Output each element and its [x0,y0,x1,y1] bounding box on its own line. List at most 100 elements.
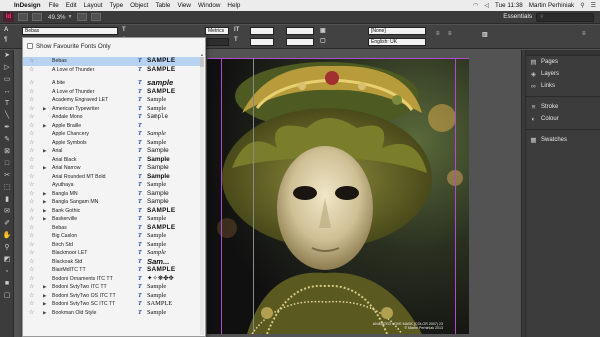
notifications-icon[interactable]: ☰ [591,2,596,9]
favourite-star-icon[interactable]: ☆ [29,181,34,190]
formatting-container-icon[interactable]: ▫ [0,266,14,278]
expand-family-icon[interactable]: ▶ [43,198,46,207]
font-list-item[interactable]: ☆ ▶ Bookman Old Style T Sample [23,309,201,318]
expand-family-icon[interactable]: ▶ [43,190,46,199]
favourite-star-icon[interactable]: ☆ [29,79,34,88]
expand-family-icon[interactable]: ▶ [43,105,46,114]
bridge-button[interactable] [18,13,28,21]
venetian-mask-photo[interactable] [207,58,469,334]
volume-icon[interactable]: ◁ [484,2,489,9]
favourite-star-icon[interactable]: ☆ [29,232,34,241]
spotlight-icon[interactable]: ⚲ [580,2,584,9]
font-list-item[interactable]: ☆ Big Caslon T Sample [23,232,201,241]
font-list-item[interactable]: ☆ ▶ Bangla Sangam MN T Sample [23,198,201,207]
eyedropper-tool-icon[interactable]: ✐ [0,218,14,230]
font-list-item[interactable]: ☆ Apple Chancery T Sample [23,130,201,139]
paragraph-formatting-icon[interactable]: ¶ [4,37,7,43]
menu-layout[interactable]: Layout [84,2,103,9]
font-list-item[interactable]: ☆ Arial Black T Sample [23,156,201,165]
expand-family-icon[interactable]: ▶ [43,309,46,318]
font-list-item[interactable]: ☆ A Love of Thunder T SAMPLE [23,88,201,97]
panel-tab-links[interactable]: ∞ Links [526,80,600,92]
font-list-item[interactable]: ☆ ▶ Bangla MN T Sample [23,190,201,199]
horizontal-scale-field[interactable] [250,38,274,46]
gradient-tool-icon[interactable]: ▮ [0,194,14,206]
font-list-item[interactable]: ☆ Andale Mono T Sample [23,113,201,122]
font-list-item[interactable]: ☆ ▶ Bank Gothic T SAMPLE [23,207,201,216]
user-name[interactable]: Martin Perhiniak [529,2,575,9]
favourite-star-icon[interactable]: ☆ [29,258,34,267]
panel-tab-swatches[interactable]: ▦ Swatches [526,134,600,146]
favourite-star-icon[interactable]: ☆ [29,241,34,250]
search-input[interactable]: ⚲ [536,13,594,22]
scissors-tool-icon[interactable]: ✂ [0,170,14,182]
favourite-star-icon[interactable]: ☆ [29,309,34,318]
menu-table[interactable]: Table [155,2,170,9]
panel-menu-icon[interactable]: ≡ [582,31,586,37]
menu-view[interactable]: View [177,2,191,9]
font-list-item[interactable]: ☆ Bebas T SAMPLE [23,224,201,233]
favourite-star-icon[interactable]: ☆ [29,130,34,139]
font-list-item[interactable]: ☆ ▶ Bodoni SvtyTwo OS ITC TT T Sample [23,292,201,301]
favourite-star-icon[interactable]: ☆ [29,66,34,75]
favourite-star-icon[interactable]: ☆ [29,147,34,156]
character-formatting-icon[interactable]: A [4,27,8,33]
line-tool-icon[interactable]: ╲ [0,110,14,122]
font-list-item[interactable]: ☆ Arial Rounded MT Bold T Sample [23,173,201,182]
scrollbar-thumb[interactable] [200,57,204,67]
favourite-star-icon[interactable]: ☆ [29,215,34,224]
free-transform-tool-icon[interactable]: ⬚ [0,182,14,194]
font-list-item[interactable]: ☆ ▶ Bodoni SvtyTwo ITC TT T Sample [23,283,201,292]
font-list-item[interactable]: ☆ ▶ Bodoni SvtyTwo SC ITC TT T SAMPLE [23,300,201,309]
favourite-star-icon[interactable]: ☆ [29,57,34,66]
direct-selection-tool-icon[interactable]: ▷ [0,62,14,74]
favourite-star-icon[interactable]: ☆ [29,266,34,275]
app-menu[interactable]: InDesign [14,2,41,9]
favourite-star-icon[interactable]: ☆ [29,105,34,114]
favourite-star-icon[interactable]: ☆ [29,164,34,173]
rectangle-tool-icon[interactable]: □ [0,158,14,170]
favourite-star-icon[interactable]: ☆ [29,88,34,97]
screen-mode-icon[interactable]: ▢ [0,290,14,302]
favourite-star-icon[interactable]: ☆ [29,283,34,292]
expand-family-icon[interactable]: ▶ [43,147,46,156]
align-left-icon[interactable]: ≡ [436,31,440,37]
favourite-star-icon[interactable]: ☆ [29,207,34,216]
arrange-documents-button[interactable] [90,13,101,21]
favourite-star-icon[interactable]: ☆ [29,198,34,207]
chevron-down-icon[interactable]: ▼ [68,14,73,20]
favourite-star-icon[interactable]: ☆ [29,156,34,165]
menu-edit[interactable]: Edit [66,2,77,9]
expand-family-icon[interactable]: ▶ [43,292,46,301]
view-options-button[interactable] [32,13,42,21]
fill-color-icon[interactable]: ▣ [320,27,326,34]
font-list-item[interactable]: ☆ A Love of Thunder T SAMPLE [23,66,201,75]
font-list-item[interactable]: ☆ Academy Engraved LET T Sample [23,96,201,105]
font-list-scrollbar[interactable]: ▲ [200,52,204,335]
favourite-star-icon[interactable]: ☆ [29,249,34,258]
note-tool-icon[interactable]: ✉ [0,206,14,218]
font-list-item[interactable]: ☆ ▶ Apple Braille T [23,122,201,131]
wifi-icon[interactable]: ◠ [473,2,478,9]
font-list-item[interactable]: ☆ ▶ Baskerville T Sample [23,215,201,224]
expand-family-icon[interactable]: ▶ [43,122,46,131]
hand-tool-icon[interactable]: ✋ [0,230,14,242]
expand-family-icon[interactable]: ▶ [43,164,46,173]
tracking-field[interactable] [205,38,229,46]
font-list-item[interactable]: ☆ BlairMdITC TT T SAMPLE [23,266,201,275]
workspace-switcher[interactable]: Essentials [503,13,532,20]
font-list-item[interactable]: ☆ ▶ Arial T Sample [23,147,201,156]
favourite-star-icon[interactable]: ☆ [29,139,34,148]
expand-family-icon[interactable]: ▶ [43,300,46,309]
menu-help[interactable]: Help [227,2,240,9]
rectangle-frame-tool-icon[interactable]: ⊠ [0,146,14,158]
selection-tool-icon[interactable]: ➤ [0,50,14,62]
expand-family-icon[interactable]: ▶ [43,207,46,216]
vertical-scale-field[interactable] [250,27,274,35]
character-style-field[interactable]: [None] [368,27,426,35]
favourite-star-icon[interactable]: ☆ [29,173,34,182]
page-tool-icon[interactable]: ▭ [0,74,14,86]
favourite-star-icon[interactable]: ☆ [29,122,34,131]
font-list-item[interactable]: ☆ Bodoni Ornaments ITC TT T ✦✧❋✤✥ [23,275,201,284]
pencil-tool-icon[interactable]: ✎ [0,134,14,146]
